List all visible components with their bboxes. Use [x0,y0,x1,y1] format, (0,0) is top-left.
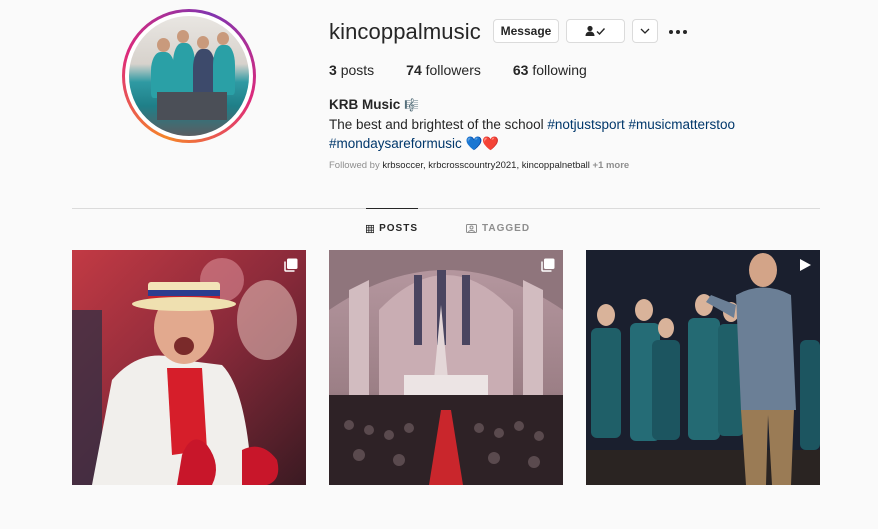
heart-emojis: 💙❤️ [465,136,500,151]
followed-by-accounts: krbsoccer, krbcrosscountry2021, kincoppa… [382,160,590,171]
avatar-piano [157,92,227,120]
avatar-figure [157,38,170,52]
avatar-figure [177,30,189,43]
following-label: following [532,62,587,78]
video-icon [800,259,811,271]
chevron-down-icon [640,28,650,34]
profile-bio: KRB Music 🎼 The best and brightest of th… [329,95,769,153]
tab-tagged[interactable]: TAGGED [466,208,530,248]
posts-stat: 3 posts [329,62,374,78]
more-options-icon[interactable] [668,24,688,38]
avatar-frame [125,12,253,140]
followers-label: followers [425,62,481,78]
post-thumbnail[interactable] [72,250,306,485]
ellipsis-icon [669,30,687,34]
message-button[interactable]: Message [493,19,559,43]
avatar-figure [197,36,209,49]
profile-tabs: POSTS TAGGED [0,208,878,248]
grid-icon [366,224,375,233]
profile-avatar[interactable] [122,9,256,143]
following-button[interactable] [566,19,625,43]
display-name: KRB Music [329,97,401,112]
post-image-choir [586,250,820,485]
suggested-dropdown-button[interactable] [632,19,658,43]
avatar-photo [129,16,249,136]
tab-tagged-label: TAGGED [482,222,531,234]
tab-posts[interactable]: POSTS [366,208,418,248]
post-thumbnail[interactable] [329,250,563,485]
post-thumbnail[interactable] [586,250,820,485]
hashtag-link[interactable]: #notjustsport [547,117,624,132]
avatar-figure [213,45,235,95]
music-score-emoji: 🎼 [404,98,419,112]
post-image-performer [72,250,306,485]
followers-count: 74 [406,62,422,78]
avatar-figure [217,32,229,45]
posts-label: posts [340,62,375,78]
tab-posts-label: POSTS [379,223,418,234]
following-check-icon [585,25,605,36]
followed-by-prefix: Followed by [329,160,380,171]
followed-by-more: +1 more [592,160,630,171]
followed-by[interactable]: Followed by krbsoccer, krbcrosscountry20… [329,160,629,171]
hashtag-link[interactable]: #mondaysareformusic [329,136,462,151]
bio-text: The best and brightest of the school [329,117,544,132]
tagged-icon [466,224,477,233]
profile-stats: 3 posts 74 followers 63 following [329,62,619,78]
followers-stat[interactable]: 74 followers [406,62,481,78]
following-count: 63 [512,62,529,78]
avatar-figure [193,49,215,97]
profile-username: kincoppalmusic [329,19,481,44]
posts-count: 3 [329,62,337,78]
carousel-icon [284,258,298,272]
carousel-icon [541,258,555,272]
following-stat[interactable]: 63 following [513,62,587,78]
hashtag-link[interactable]: #musicmatterstoo [628,117,735,132]
post-image-chapel [329,250,563,485]
avatar-figure [173,43,195,93]
